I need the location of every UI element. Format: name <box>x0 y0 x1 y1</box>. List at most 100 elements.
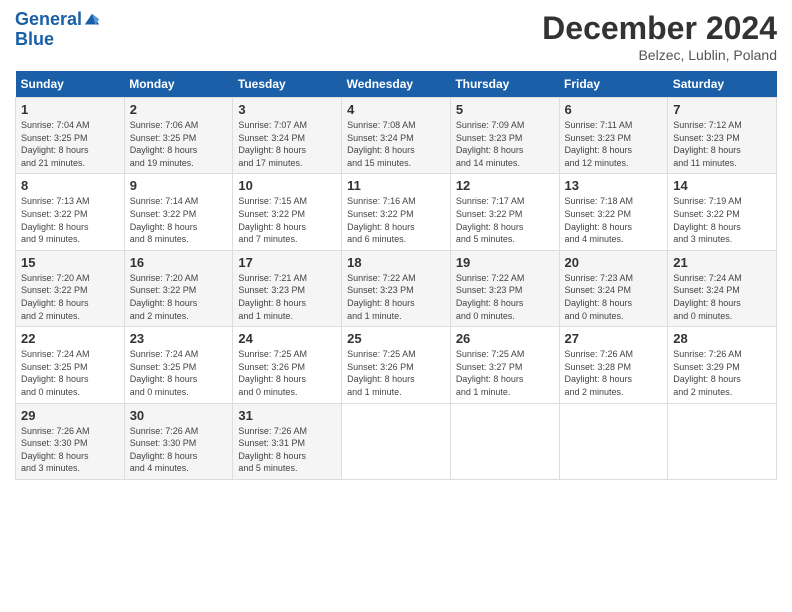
day-number: 23 <box>130 331 228 346</box>
day-number: 29 <box>21 408 119 423</box>
day-info: Sunrise: 7:16 AMSunset: 3:22 PMDaylight:… <box>347 195 445 245</box>
calendar-week-row: 1 Sunrise: 7:04 AMSunset: 3:25 PMDaylight… <box>16 98 777 174</box>
table-row: 4 Sunrise: 7:08 AMSunset: 3:24 PMDaylight… <box>342 98 451 174</box>
table-row: 1 Sunrise: 7:04 AMSunset: 3:25 PMDaylight… <box>16 98 125 174</box>
table-row: 22Sunrise: 7:24 AMSunset: 3:25 PMDayligh… <box>16 327 125 403</box>
table-row <box>559 403 668 479</box>
day-info: Sunrise: 7:04 AMSunset: 3:25 PMDaylight:… <box>21 119 119 169</box>
day-number: 2 <box>130 102 228 117</box>
day-info: Sunrise: 7:11 AMSunset: 3:23 PMDaylight:… <box>565 119 663 169</box>
day-number: 28 <box>673 331 771 346</box>
day-number: 4 <box>347 102 445 117</box>
table-row: 12Sunrise: 7:17 AMSunset: 3:22 PMDayligh… <box>450 174 559 250</box>
day-number: 26 <box>456 331 554 346</box>
day-number: 1 <box>21 102 119 117</box>
table-row: 30 Sunrise: 7:26 AMSunset: 3:30 PMDayligh… <box>124 403 233 479</box>
day-info: Sunrise: 7:25 AMSunset: 3:26 PMDaylight:… <box>347 348 445 398</box>
logo-text2: Blue <box>15 30 54 50</box>
table-row: 5 Sunrise: 7:09 AMSunset: 3:23 PMDaylight… <box>450 98 559 174</box>
day-number: 11 <box>347 178 445 193</box>
table-row: 7 Sunrise: 7:12 AMSunset: 3:23 PMDaylight… <box>668 98 777 174</box>
table-row: 14Sunrise: 7:19 AMSunset: 3:22 PMDayligh… <box>668 174 777 250</box>
table-row: 29 Sunrise: 7:26 AMSunset: 3:30 PMDayligh… <box>16 403 125 479</box>
day-info: Sunrise: 7:12 AMSunset: 3:23 PMDaylight:… <box>673 119 771 169</box>
calendar-week-row: 22 Sunrise: 7:24 AMSunset: 3:25 PMDayligh… <box>16 327 777 403</box>
day-info: Sunrise: 7:14 AMSunset: 3:22 PMDaylight:… <box>130 195 228 245</box>
table-row: 27Sunrise: 7:26 AMSunset: 3:28 PMDayligh… <box>559 327 668 403</box>
table-row: 9Sunrise: 7:14 AMSunset: 3:22 PMDaylight… <box>124 174 233 250</box>
day-info: Sunrise: 7:19 AMSunset: 3:22 PMDaylight:… <box>673 195 771 245</box>
day-number: 12 <box>456 178 554 193</box>
table-row: 18Sunrise: 7:22 AMSunset: 3:23 PMDayligh… <box>342 250 451 326</box>
day-info: Sunrise: 7:08 AMSunset: 3:24 PMDaylight:… <box>347 119 445 169</box>
month-title: December 2024 <box>542 10 777 47</box>
col-sunday: Sunday <box>16 71 125 98</box>
table-row: 26 Sunrise: 7:25 AMSunset: 3:27 PMDayligh… <box>450 327 559 403</box>
col-tuesday: Tuesday <box>233 71 342 98</box>
day-info: Sunrise: 7:22 AMSunset: 3:23 PMDaylight:… <box>456 272 554 322</box>
table-row: 15 Sunrise: 7:20 AMSunset: 3:22 PMDayligh… <box>16 250 125 326</box>
day-info: Sunrise: 7:25 AMSunset: 3:26 PMDaylight:… <box>238 348 336 398</box>
day-info: Sunrise: 7:26 AMSunset: 3:28 PMDaylight:… <box>565 348 663 398</box>
day-info: Sunrise: 7:13 AMSunset: 3:22 PMDaylight:… <box>21 195 119 245</box>
calendar-header-row: Sunday Monday Tuesday Wednesday Thursday… <box>16 71 777 98</box>
day-info: Sunrise: 7:07 AMSunset: 3:24 PMDaylight:… <box>238 119 336 169</box>
day-number: 18 <box>347 255 445 270</box>
page-header: General Blue December 2024 Belzec, Lubli… <box>15 10 777 63</box>
logo-icon <box>83 11 101 29</box>
day-number: 6 <box>565 102 663 117</box>
calendar-week-row: 15 Sunrise: 7:20 AMSunset: 3:22 PMDayligh… <box>16 250 777 326</box>
day-number: 7 <box>673 102 771 117</box>
logo-text: General <box>15 10 82 30</box>
day-number: 3 <box>238 102 336 117</box>
location: Belzec, Lublin, Poland <box>542 47 777 63</box>
day-number: 16 <box>130 255 228 270</box>
table-row: 19Sunrise: 7:22 AMSunset: 3:23 PMDayligh… <box>450 250 559 326</box>
day-info: Sunrise: 7:15 AMSunset: 3:22 PMDaylight:… <box>238 195 336 245</box>
day-number: 24 <box>238 331 336 346</box>
calendar-week-row: 29 Sunrise: 7:26 AMSunset: 3:30 PMDayligh… <box>16 403 777 479</box>
day-info: Sunrise: 7:26 AMSunset: 3:30 PMDaylight:… <box>21 425 119 475</box>
day-number: 21 <box>673 255 771 270</box>
day-number: 8 <box>21 178 119 193</box>
table-row: 28 Sunrise: 7:26 AMSunset: 3:29 PMDayligh… <box>668 327 777 403</box>
calendar-table: Sunday Monday Tuesday Wednesday Thursday… <box>15 71 777 480</box>
table-row: 24 Sunrise: 7:25 AMSunset: 3:26 PMDayligh… <box>233 327 342 403</box>
table-row: 17 Sunrise: 7:21 AMSunset: 3:23 PMDayligh… <box>233 250 342 326</box>
day-number: 10 <box>238 178 336 193</box>
day-info: Sunrise: 7:06 AMSunset: 3:25 PMDaylight:… <box>130 119 228 169</box>
day-info: Sunrise: 7:25 AMSunset: 3:27 PMDaylight:… <box>456 348 554 398</box>
day-info: Sunrise: 7:26 AMSunset: 3:29 PMDaylight:… <box>673 348 771 398</box>
day-number: 15 <box>21 255 119 270</box>
day-number: 13 <box>565 178 663 193</box>
day-info: Sunrise: 7:20 AMSunset: 3:22 PMDaylight:… <box>21 272 119 322</box>
calendar-week-row: 8 Sunrise: 7:13 AMSunset: 3:22 PMDaylight… <box>16 174 777 250</box>
day-info: Sunrise: 7:09 AMSunset: 3:23 PMDaylight:… <box>456 119 554 169</box>
day-info: Sunrise: 7:24 AMSunset: 3:25 PMDaylight:… <box>130 348 228 398</box>
logo: General Blue <box>15 10 101 50</box>
day-info: Sunrise: 7:26 AMSunset: 3:30 PMDaylight:… <box>130 425 228 475</box>
table-row: 21Sunrise: 7:24 AMSunset: 3:24 PMDayligh… <box>668 250 777 326</box>
day-number: 20 <box>565 255 663 270</box>
page-container: General Blue December 2024 Belzec, Lubli… <box>0 0 792 490</box>
day-number: 22 <box>21 331 119 346</box>
table-row: 13Sunrise: 7:18 AMSunset: 3:22 PMDayligh… <box>559 174 668 250</box>
day-number: 5 <box>456 102 554 117</box>
day-info: Sunrise: 7:26 AMSunset: 3:31 PMDaylight:… <box>238 425 336 475</box>
col-wednesday: Wednesday <box>342 71 451 98</box>
table-row <box>668 403 777 479</box>
table-row: 2 Sunrise: 7:06 AMSunset: 3:25 PMDaylight… <box>124 98 233 174</box>
table-row: 11 Sunrise: 7:16 AMSunset: 3:22 PMDayligh… <box>342 174 451 250</box>
day-number: 30 <box>130 408 228 423</box>
day-info: Sunrise: 7:20 AMSunset: 3:22 PMDaylight:… <box>130 272 228 322</box>
day-number: 31 <box>238 408 336 423</box>
table-row: 23 Sunrise: 7:24 AMSunset: 3:25 PMDayligh… <box>124 327 233 403</box>
day-number: 17 <box>238 255 336 270</box>
table-row: 6 Sunrise: 7:11 AMSunset: 3:23 PMDaylight… <box>559 98 668 174</box>
table-row: 3 Sunrise: 7:07 AMSunset: 3:24 PMDaylight… <box>233 98 342 174</box>
col-saturday: Saturday <box>668 71 777 98</box>
col-thursday: Thursday <box>450 71 559 98</box>
table-row <box>342 403 451 479</box>
col-monday: Monday <box>124 71 233 98</box>
day-info: Sunrise: 7:21 AMSunset: 3:23 PMDaylight:… <box>238 272 336 322</box>
